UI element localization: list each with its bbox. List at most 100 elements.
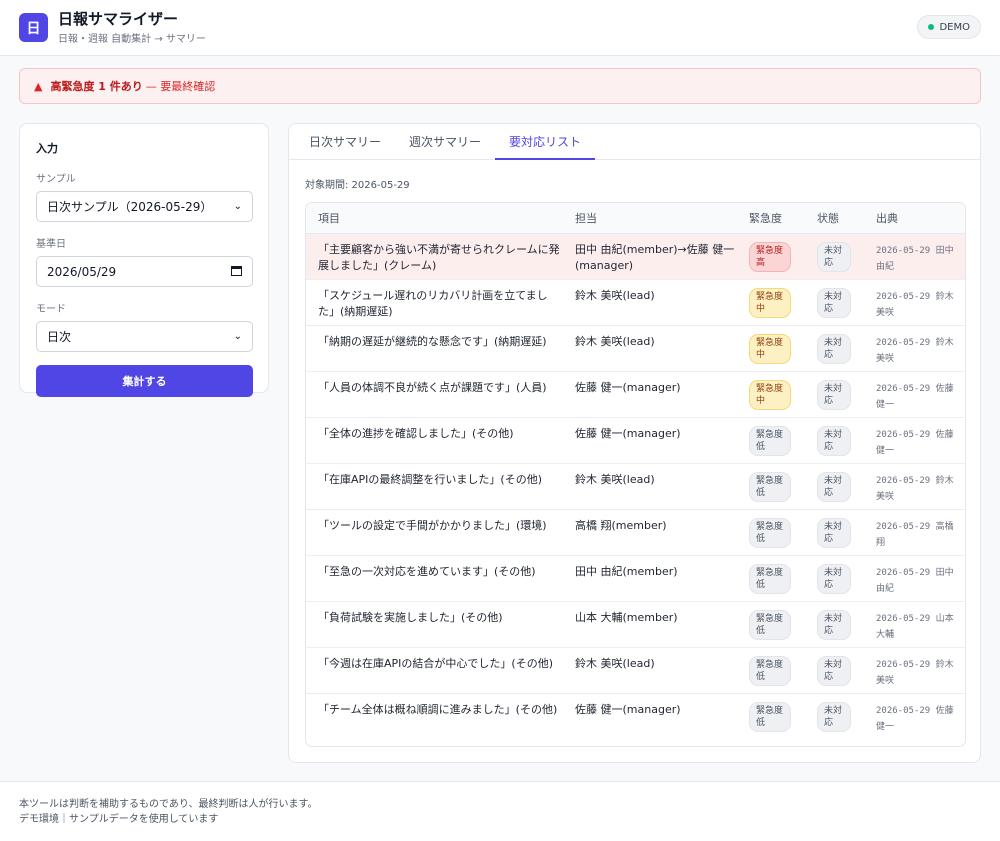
cell-status: 未対応 <box>805 509 864 556</box>
tab-weekly-summary[interactable]: 週次サマリー <box>395 124 495 159</box>
date-input[interactable]: 2026/05/29 <box>36 256 253 287</box>
status-badge: 未対応 <box>817 379 851 410</box>
item-text: 「負荷試験を実施しました」(その他) <box>318 610 503 624</box>
owner-text: 鈴木 美咲(lead) <box>575 288 655 302</box>
status-badge: 未対応 <box>817 425 851 456</box>
table-row: 「人員の体調不良が続く点が課題です」(人員) 佐藤 健一(manager) 緊急度中… <box>306 371 965 418</box>
date-label: 基準日 <box>36 239 66 250</box>
source-text: 2026-05-29 山本 大輔 <box>876 613 954 640</box>
cell-status: 未対応 <box>805 279 864 326</box>
period-text: 対象期間: 2026-05-29 <box>305 180 410 191</box>
cell-source: 2026-05-29 佐藤 健一 <box>864 371 965 418</box>
warning-icon: ▲ <box>34 79 43 93</box>
cell-status: 未対応 <box>805 325 864 372</box>
cell-source: 2026-05-29 鈴木 美咲 <box>864 647 965 694</box>
table-row: 「負荷試験を実施しました」(その他) 山本 大輔(member) 緊急度低 未対応 20… <box>306 601 965 648</box>
cell-status: 未対応 <box>805 647 864 694</box>
cell-owner: 佐藤 健一(manager) <box>563 371 737 418</box>
cell-source: 2026-05-29 鈴木 美咲 <box>864 279 965 326</box>
column-header-source: 出典 <box>864 203 965 234</box>
urgency-badge: 緊急度中 <box>749 333 791 364</box>
cell-source: 2026-05-29 鈴木 美咲 <box>864 325 965 372</box>
cell-item: 「至急の一次対応を進めています」(その他) <box>306 555 563 602</box>
cell-urgency: 緊急度低 <box>737 463 805 510</box>
alert-rest-text: — 要最終確認 <box>145 80 216 93</box>
item-text: 「ツールの設定で手間がかかりました」(環境) <box>318 518 547 532</box>
status-badge: 未対応 <box>817 609 851 640</box>
cell-source: 2026-05-29 高橋 翔 <box>864 509 965 556</box>
owner-text: 鈴木 美咲(lead) <box>575 656 655 670</box>
source-text: 2026-05-29 鈴木 美咲 <box>876 291 954 318</box>
column-header-owner: 担当 <box>563 203 737 234</box>
table-row: 「ツールの設定で手間がかかりました」(環境) 高橋 翔(member) 緊急度低 未対… <box>306 509 965 556</box>
source-text: 2026-05-29 田中 由紀 <box>876 245 954 272</box>
app-subtitle: 日報・週報 自動集計 → サマリー <box>58 34 206 45</box>
sample-select[interactable]: 日次サンプル（2026-05-29） ⌄ <box>36 191 253 222</box>
mode-select[interactable]: 日次 ⌄ <box>36 321 253 352</box>
input-card-title: 入力 <box>36 142 58 155</box>
item-text: 「スケジュール遅れのリカバリ計画を立てました」(納期遅延) <box>318 288 548 318</box>
owner-text: 佐藤 健一(manager) <box>575 426 681 440</box>
cell-owner: 田中 由紀(member)→佐藤 健一(manager) <box>563 233 737 280</box>
chevron-down-icon: ⌄ <box>233 201 242 212</box>
mode-select-value: 日次 <box>47 330 72 344</box>
sample-select-value: 日次サンプル（2026-05-29） <box>47 200 213 214</box>
tab-daily-summary[interactable]: 日次サマリー <box>295 124 395 159</box>
app-logo: 日 <box>19 13 48 42</box>
cell-item: 「チーム全体は概ね順調に進みました」(その他) <box>306 693 563 739</box>
aggregate-button[interactable]: 集計する <box>36 365 253 397</box>
source-text: 2026-05-29 鈴木 美咲 <box>876 659 954 686</box>
status-badge: 未対応 <box>817 287 851 318</box>
cell-status: 未対応 <box>805 417 864 464</box>
chevron-down-icon: ⌄ <box>233 331 242 342</box>
cell-source: 2026-05-29 田中 由紀 <box>864 233 965 280</box>
cell-owner: 鈴木 美咲(lead) <box>563 279 737 326</box>
item-text: 「納期の遅延が継続的な懸念です」(納期遅延) <box>318 334 547 348</box>
cell-urgency: 緊急度低 <box>737 417 805 464</box>
cell-owner: 高橋 翔(member) <box>563 509 737 556</box>
cell-urgency: 緊急度高 <box>737 233 805 280</box>
table-row: 「スケジュール遅れのリカバリ計画を立てました」(納期遅延) 鈴木 美咲(lead)… <box>306 279 965 326</box>
table-row: 「チーム全体は概ね順調に進みました」(その他) 佐藤 健一(manager) 緊急度… <box>306 693 965 739</box>
status-badge: 未対応 <box>817 563 851 594</box>
tab-action-list[interactable]: 要対応リスト <box>495 124 596 160</box>
cell-urgency: 緊急度低 <box>737 647 805 694</box>
urgency-badge: 緊急度低 <box>749 609 791 640</box>
cell-urgency: 緊急度低 <box>737 601 805 648</box>
status-badge: 未対応 <box>817 655 851 686</box>
cell-owner: 田中 由紀(member) <box>563 555 737 602</box>
calendar-icon[interactable] <box>231 265 242 279</box>
urgency-badge: 緊急度中 <box>749 379 791 410</box>
footer-env-note: デモ環境｜サンプルデータを使用しています <box>19 814 219 825</box>
results-panel: 日次サマリー 週次サマリー 要対応リスト 対象期間: 2026-05-29 項目… <box>288 123 981 763</box>
cell-source: 2026-05-29 鈴木 美咲 <box>864 463 965 510</box>
cell-item: 「スケジュール遅れのリカバリ計画を立てました」(納期遅延) <box>306 279 563 326</box>
column-header-status: 状態 <box>805 203 864 234</box>
cell-status: 未対応 <box>805 693 864 739</box>
table-row: 「全体の進捗を確認しました」(その他) 佐藤 健一(manager) 緊急度低 未対応… <box>306 417 965 464</box>
owner-text: 鈴木 美咲(lead) <box>575 334 655 348</box>
cell-urgency: 緊急度低 <box>737 693 805 739</box>
cell-urgency: 緊急度中 <box>737 371 805 418</box>
source-text: 2026-05-29 佐藤 健一 <box>876 705 954 732</box>
input-card: 入力 サンプル 日次サンプル（2026-05-29） ⌄ 基準日 2026/05… <box>19 123 269 397</box>
cell-item: 「在庫APIの最終調整を行いました」(その他) <box>306 463 563 510</box>
cell-item: 「全体の進捗を確認しました」(その他) <box>306 417 563 464</box>
cell-source: 2026-05-29 佐藤 健一 <box>864 417 965 464</box>
urgency-badge: 緊急度高 <box>749 241 791 272</box>
footer-disclaimer: 本ツールは判断を補助するものであり、最終判断は人が行います。 <box>19 799 318 810</box>
status-badge: 未対応 <box>817 517 851 548</box>
urgency-badge: 緊急度低 <box>749 471 791 502</box>
item-text: 「全体の進捗を確認しました」(その他) <box>318 426 514 440</box>
action-table: 項目 担当 緊急度 状態 出典 「主要顧客から強い不満が寄せられクレームに発展し… <box>305 202 966 747</box>
table-row: 「在庫APIの最終調整を行いました」(その他) 鈴木 美咲(lead) 緊急度低 未対… <box>306 463 965 510</box>
table-row: 「至急の一次対応を進めています」(その他) 田中 由紀(member) 緊急度低 未対… <box>306 555 965 602</box>
cell-source: 2026-05-29 田中 由紀 <box>864 555 965 602</box>
urgency-alert: ▲ 高緊急度 1 件あり — 要最終確認 <box>19 68 981 104</box>
owner-text: 田中 由紀(member)→佐藤 健一(manager) <box>575 242 735 272</box>
cell-item: 「人員の体調不良が続く点が課題です」(人員) <box>306 371 563 418</box>
item-text: 「今週は在庫APIの結合が中心でした」(その他) <box>318 656 553 670</box>
urgency-badge: 緊急度低 <box>749 563 791 594</box>
table-header-row: 項目 担当 緊急度 状態 出典 <box>306 203 965 234</box>
cell-status: 未対応 <box>805 555 864 602</box>
